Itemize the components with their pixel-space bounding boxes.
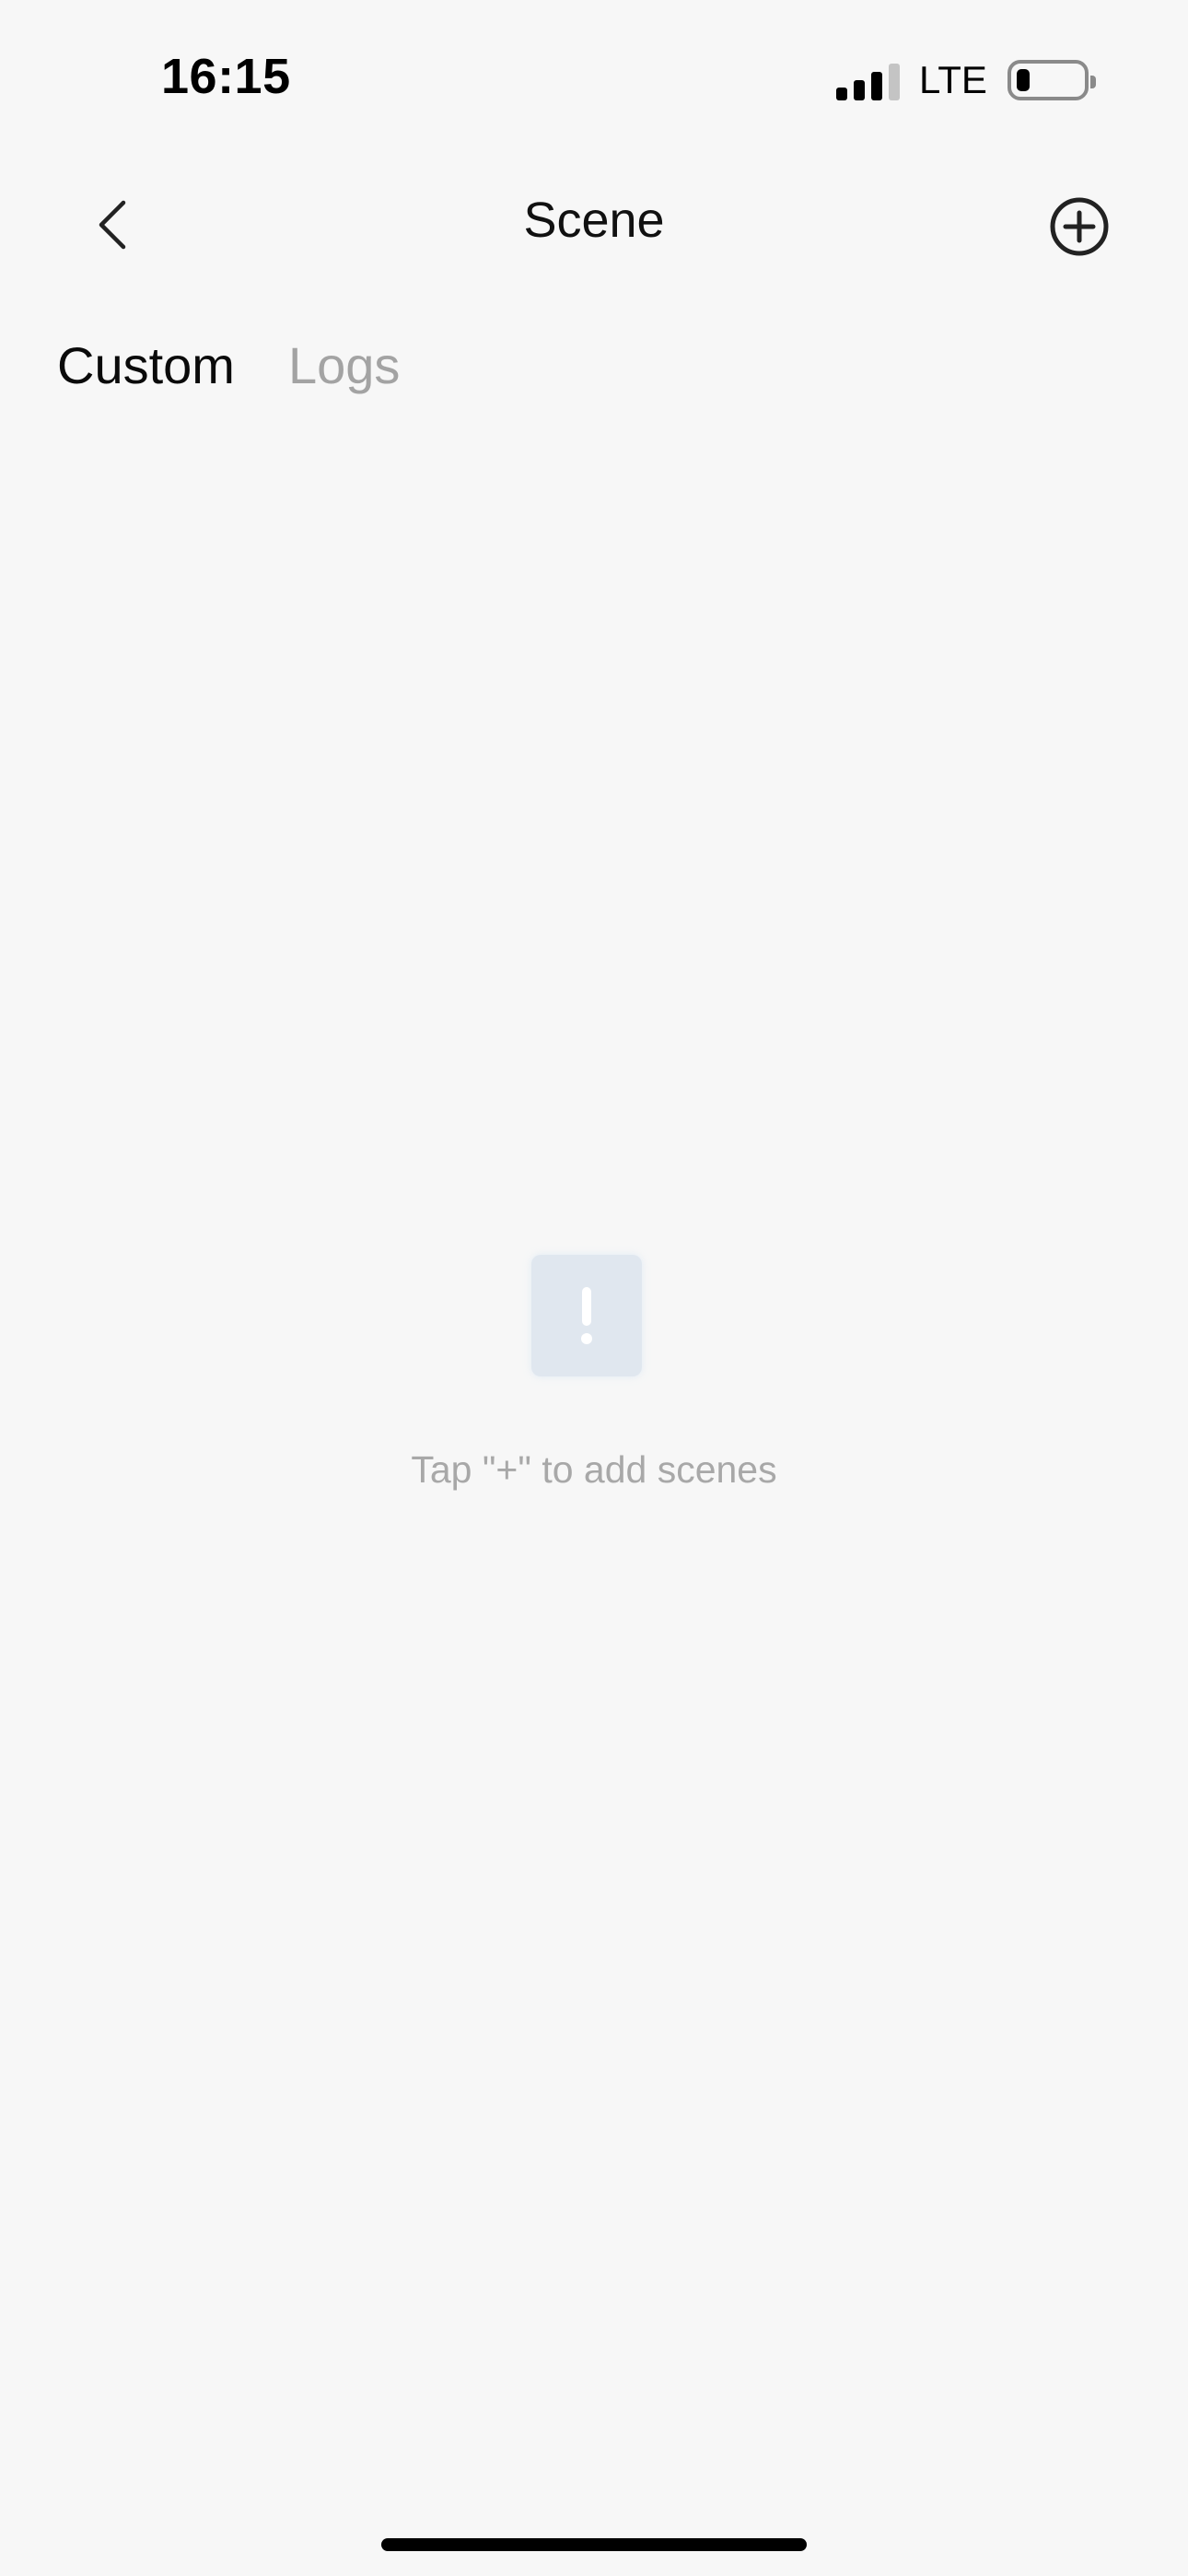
plus-circle-icon [1050, 197, 1109, 256]
page-title: Scene [523, 193, 665, 248]
cellular-signal-icon [836, 60, 900, 100]
tab-custom[interactable]: Custom [57, 335, 235, 395]
add-scene-button[interactable] [1048, 195, 1111, 258]
empty-state-message: Tap "+" to add scenes [411, 1448, 777, 1491]
status-indicators: LTE [836, 57, 1096, 103]
exclamation-icon [581, 1287, 592, 1344]
screen: 16:15 LTE Scene Custom Logs Tap "+" to a… [0, 0, 1188, 2576]
battery-icon [1007, 60, 1096, 100]
status-time: 16:15 [161, 49, 291, 104]
home-indicator[interactable] [381, 2538, 807, 2551]
tab-logs[interactable]: Logs [288, 335, 400, 395]
network-type: LTE [919, 58, 987, 101]
empty-state-icon [531, 1255, 642, 1376]
tab-bar: Custom Logs [57, 335, 400, 395]
